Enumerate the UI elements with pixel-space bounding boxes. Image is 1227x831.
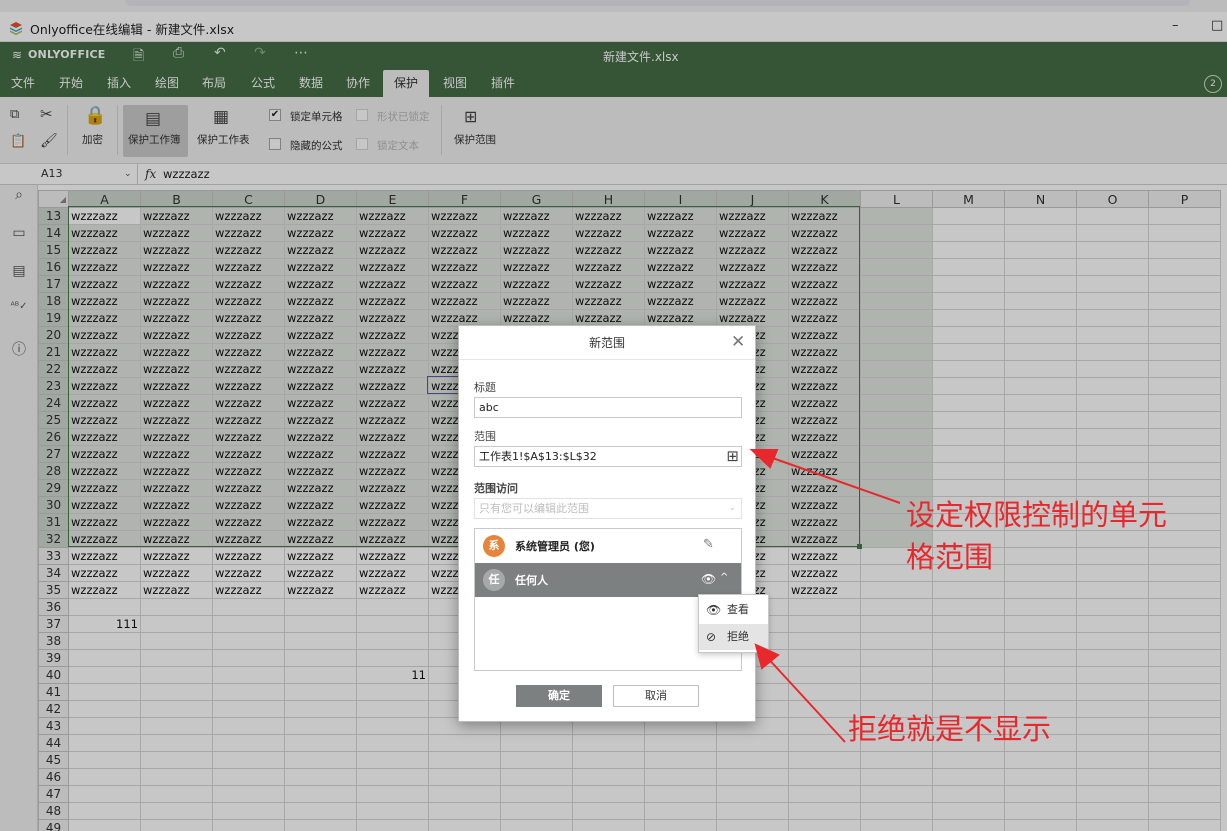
dialog-title: 新范围 [459,326,755,360]
chevron-up-icon[interactable]: ^ [720,572,728,583]
ok-button[interactable]: 确定 [516,685,602,707]
range-input-value: 工作表1!$A$13:$L$32 [479,450,597,463]
range-access-label: 范围访问 [474,482,518,495]
eye-off-icon: ⊘ [706,630,717,644]
range-label: 范围 [474,430,496,443]
close-icon[interactable]: ✕ [731,333,745,351]
user-row-admin[interactable]: 系 系统管理员 (您) ✎ [475,529,741,563]
range-annotation-line2: 格范围 [906,540,994,574]
chevron-down-icon: ⌄ [728,503,736,513]
range-access-select: 只有您可以编辑此范围 ⌄ [474,498,742,519]
title-input[interactable]: abc [474,397,742,418]
menu-item-label: 查看 [727,603,749,616]
eye-icon: 👁 [706,603,722,617]
new-range-dialog: 新范围 ✕ 标题 abc 范围 工作表1!$A$13:$L$32 ⊞ 范围访问 … [458,325,756,722]
edit-pencil-icon[interactable]: ✎ [703,537,714,552]
deny-annotation: 拒绝就是不显示 [848,712,1052,746]
avatar: 任 [483,569,505,591]
user-name: 任何人 [515,574,548,587]
range-annotation-line1: 设定权限控制的单元 [906,498,1168,532]
user-name: 系统管理员 (您) [515,540,595,553]
menu-item-view[interactable]: 👁 查看 [699,597,768,623]
cancel-button[interactable]: 取消 [613,685,699,707]
menu-item-deny[interactable]: ⊘ 拒绝 [699,624,768,650]
eye-icon[interactable]: 👁 [701,572,716,586]
title-label: 标题 [474,381,496,394]
access-dropdown-menu: 👁 查看 ⊘ 拒绝 [698,594,769,653]
range-input[interactable]: 工作表1!$A$13:$L$32 ⊞ [474,446,742,467]
menu-item-label: 拒绝 [727,630,749,643]
avatar: 系 [483,535,505,557]
select-range-icon[interactable]: ⊞ [726,447,739,465]
user-row-anyone[interactable]: 任 任何人 👁 ^ [475,563,741,597]
range-access-value: 只有您可以编辑此范围 [479,502,589,515]
